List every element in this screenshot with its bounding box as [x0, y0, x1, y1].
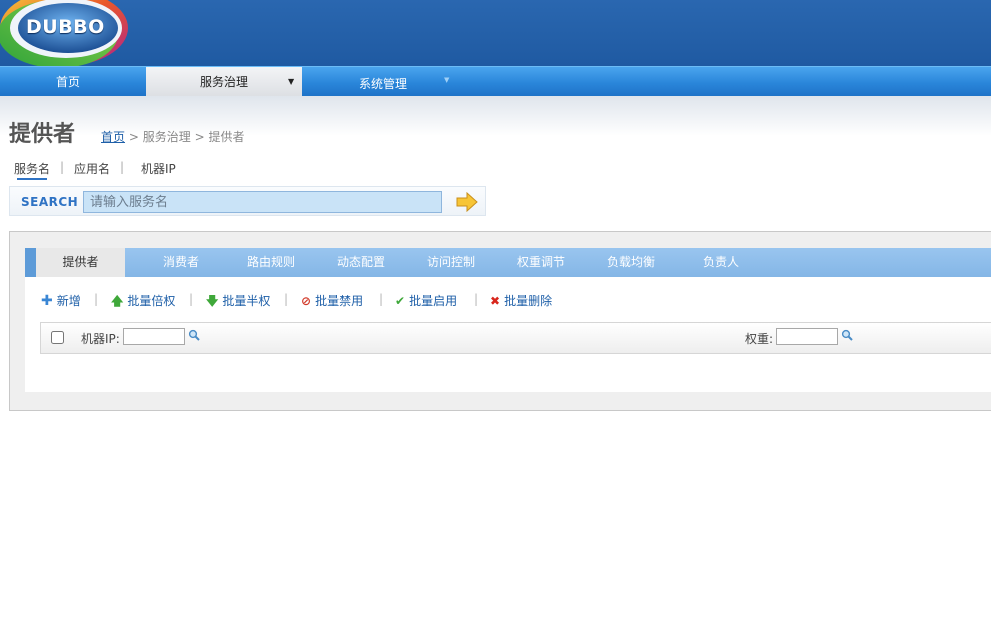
toolbar-sep: | [94, 292, 99, 306]
breadcrumb-level2: 提供者 [208, 130, 245, 144]
tab-weight[interactable]: 权重调节 [497, 248, 585, 277]
select-all-checkbox[interactable] [51, 331, 64, 344]
filter-row: 机器IP: 权重: [40, 322, 991, 354]
add-label: 新增 [56, 294, 81, 308]
batch-half-weight-label: 批量半权 [222, 294, 271, 308]
arrow-down-icon: 🡇 [206, 294, 219, 308]
nav-item-label: 首页 [55, 75, 80, 89]
tab-label: 权重调节 [516, 255, 565, 269]
batch-disable-label: 批量禁用 [315, 294, 364, 308]
tab-label: 提供者 [62, 255, 99, 269]
tab-bar: 提供者 消费者 路由规则 动态配置 访问控制 权重调节 负载均衡 负责人 [25, 248, 991, 277]
search-type-ip[interactable]: 机器IP [141, 160, 176, 177]
add-button[interactable]: ✚ 新增 [41, 292, 81, 309]
tab-label: 负载均衡 [606, 255, 655, 269]
search-type-sep: | [60, 160, 65, 174]
search-label: SEARCH [21, 195, 79, 209]
app-header: DUBBO [0, 0, 991, 66]
chevron-down-icon: ▼ [444, 76, 450, 84]
tab-label: 动态配置 [336, 255, 385, 269]
tab-access-control[interactable]: 访问控制 [407, 248, 495, 277]
search-icon[interactable] [188, 329, 200, 341]
nav-item-service-governance[interactable]: 服务治理 ▼ [146, 67, 302, 97]
search-icon[interactable] [841, 329, 853, 341]
batch-double-weight-button[interactable]: 🡅 批量倍权 [111, 292, 175, 313]
tab-routes[interactable]: 路由规则 [227, 248, 315, 277]
search-type-sep: | [120, 160, 125, 174]
breadcrumb-level1: 服务治理 [142, 130, 191, 144]
delete-icon: ✖ [490, 294, 501, 308]
batch-half-weight-button[interactable]: 🡇 批量半权 [206, 292, 270, 313]
weight-filter-label: 权重: [745, 332, 774, 346]
breadcrumb-sep: > [128, 130, 139, 144]
search-type-application[interactable]: 应用名 [74, 160, 110, 177]
search-bar: SEARCH [9, 186, 486, 216]
arrow-right-icon[interactable] [456, 192, 478, 212]
batch-disable-button[interactable]: ⊘ 批量禁用 [301, 292, 363, 309]
nav-item-home[interactable]: 首页 [0, 67, 136, 97]
breadcrumb-sep: > [194, 130, 205, 144]
search-type-service[interactable]: 服务名 [14, 160, 50, 180]
batch-delete-label: 批量删除 [504, 294, 553, 308]
nav-item-label: 系统管理 [358, 77, 407, 91]
main-nav: 首页 服务治理 ▼ 系统管理 ▼ [0, 66, 991, 97]
search-input[interactable] [83, 191, 442, 213]
content-panel: 提供者 消费者 路由规则 动态配置 访问控制 权重调节 负载均衡 负责人 ✚ 新增… [9, 231, 991, 411]
breadcrumb-home-link[interactable]: 首页 [101, 130, 125, 144]
forbid-icon: ⊘ [301, 294, 312, 308]
tab-load-balance[interactable]: 负载均衡 [587, 248, 675, 277]
batch-enable-label: 批量启用 [409, 294, 458, 308]
check-icon: ✔ [395, 294, 406, 308]
content-panel-inner: 提供者 消费者 路由规则 动态配置 访问控制 权重调节 负载均衡 负责人 ✚ 新增… [25, 248, 991, 392]
ip-filter-label: 机器IP: [81, 332, 120, 346]
toolbar-sep: | [284, 292, 289, 306]
tab-label: 负责人 [702, 255, 739, 269]
tab-label: 路由规则 [246, 255, 295, 269]
breadcrumb: 首页 > 服务治理 > 提供者 [101, 128, 244, 145]
ip-filter-input[interactable] [123, 328, 185, 345]
batch-double-weight-label: 批量倍权 [127, 294, 176, 308]
toolbar-sep: | [474, 292, 479, 306]
chevron-down-icon: ▼ [288, 77, 295, 86]
page-title: 提供者 [9, 122, 76, 147]
batch-enable-button[interactable]: ✔ 批量启用 [395, 292, 457, 309]
plus-icon: ✚ [41, 293, 53, 309]
weight-filter-input[interactable] [776, 328, 838, 345]
logo-text: DUBBO [26, 16, 105, 38]
tab-providers[interactable]: 提供者 [36, 248, 125, 277]
tab-label: 访问控制 [426, 255, 475, 269]
tab-owner[interactable]: 负责人 [677, 248, 765, 277]
nav-item-label: 服务治理 [199, 75, 248, 89]
toolbar-sep: | [189, 292, 194, 306]
toolbar-sep: | [379, 292, 384, 306]
nav-item-system-management[interactable]: 系统管理 ▼ [303, 67, 461, 97]
arrow-up-icon: 🡅 [111, 294, 124, 308]
batch-delete-button[interactable]: ✖ 批量删除 [490, 292, 552, 309]
tab-label: 消费者 [162, 255, 199, 269]
tab-consumers[interactable]: 消费者 [137, 248, 225, 277]
tab-dynamic-config[interactable]: 动态配置 [317, 248, 405, 277]
